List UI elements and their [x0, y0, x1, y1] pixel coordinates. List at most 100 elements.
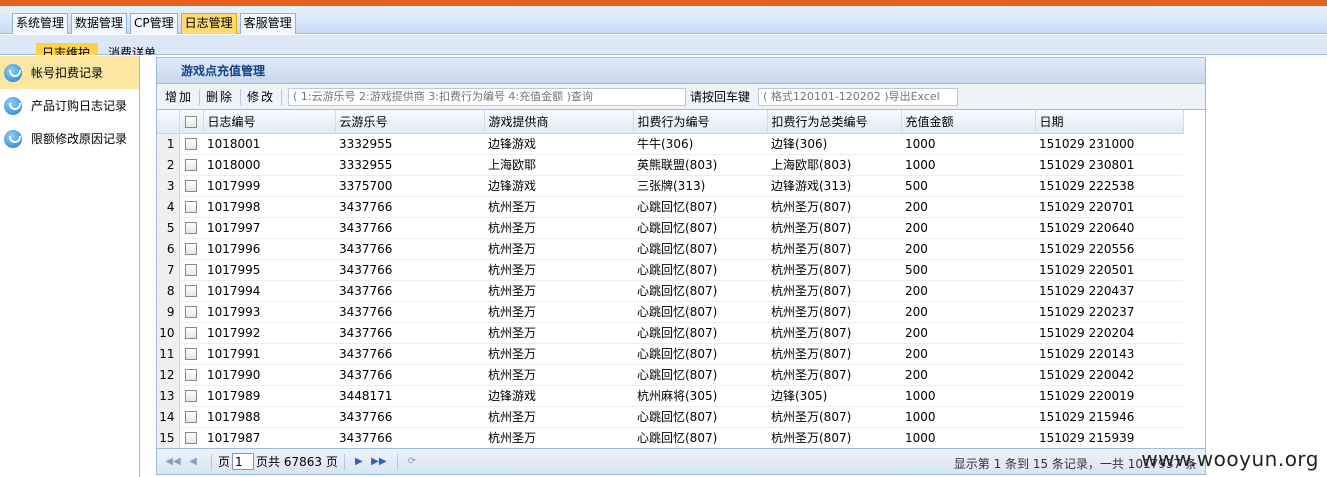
- table-cell: 上海欧耶: [484, 154, 633, 176]
- menu-cp[interactable]: CP管理: [130, 13, 178, 34]
- row-checkbox[interactable]: [185, 285, 198, 297]
- table-cell: 1017995: [203, 259, 335, 281]
- column-header[interactable]: 扣费行为总类编号: [767, 110, 902, 134]
- subtab-log-maintenance[interactable]: 日志维护: [36, 43, 98, 55]
- column-header[interactable]: 云游乐号: [335, 110, 485, 134]
- row-checkbox[interactable]: [185, 390, 198, 402]
- table-cell: 151029 220701: [1035, 196, 1183, 218]
- row-checkbox[interactable]: [185, 264, 198, 276]
- table-row[interactable]: 12 1017990 3437766 杭州圣万 心跳回忆(807) 杭州圣万(807) 20…: [157, 364, 1183, 386]
- table-row[interactable]: 13 1017989 3448171 边锋游戏 杭州麻将(305) 边锋(305) 1000…: [157, 385, 1183, 407]
- select-all-checkbox[interactable]: [185, 115, 197, 128]
- add-button[interactable]: 增加: [165, 88, 193, 105]
- table-cell: 151029 215946: [1035, 406, 1183, 428]
- column-header[interactable]: 日志编号: [203, 110, 336, 134]
- recharge-grid: 日志编号 云游乐号 游戏提供商 扣费行为编号 扣费行为总类编号 充值金额 日期 …: [157, 110, 1184, 449]
- row-checkbox[interactable]: [185, 369, 198, 381]
- table-cell: 3437766: [335, 322, 484, 344]
- table-cell: 心跳回忆(807): [633, 406, 767, 428]
- table-row[interactable]: 11 1017991 3437766 杭州圣万 心跳回忆(807) 杭州圣万(807) 20…: [157, 343, 1183, 365]
- table-cell: 杭州圣万(807): [767, 406, 901, 428]
- table-cell: 1017988: [203, 406, 335, 428]
- table-cell: 151029 220237: [1035, 301, 1183, 323]
- row-select-cell: [179, 427, 203, 449]
- query-input[interactable]: [288, 87, 687, 106]
- table-cell: 200: [901, 343, 1035, 365]
- edit-button[interactable]: 修改: [247, 88, 275, 105]
- table-row[interactable]: 4 1017998 3437766 杭州圣万 心跳回忆(807) 杭州圣万(807) 200…: [157, 196, 1183, 218]
- table-cell: 1017997: [203, 217, 335, 239]
- table-row[interactable]: 15 1017987 3437766 杭州圣万 心跳回忆(807) 杭州圣万(807) 10…: [157, 427, 1183, 449]
- menu-system[interactable]: 系统管理: [12, 13, 69, 34]
- row-checkbox[interactable]: [185, 180, 198, 192]
- table-row[interactable]: 3 1017999 3375700 边锋游戏 三张牌(313) 边锋游戏(313) 500 1…: [157, 175, 1183, 197]
- table-row[interactable]: 9 1017993 3437766 杭州圣万 心跳回忆(807) 杭州圣万(807) 200…: [157, 301, 1183, 323]
- row-checkbox[interactable]: [185, 306, 198, 318]
- table-cell: 3332955: [335, 133, 484, 155]
- prev-page-icon[interactable]: ◀: [185, 454, 201, 470]
- table-cell: 200: [901, 280, 1035, 302]
- table-cell: 1000: [901, 406, 1035, 428]
- row-checkbox[interactable]: [185, 159, 198, 171]
- rownum-header: [157, 110, 180, 134]
- row-checkbox[interactable]: [185, 201, 198, 213]
- enter-hint: 请按回车键: [690, 90, 751, 104]
- sidebar-item-limit-change-log[interactable]: 限额修改原因记录: [0, 122, 139, 155]
- table-row[interactable]: 6 1017996 3437766 杭州圣万 心跳回忆(807) 杭州圣万(807) 200…: [157, 238, 1183, 260]
- table-cell: 500: [901, 175, 1035, 197]
- menu-service[interactable]: 客服管理: [239, 13, 296, 34]
- table-cell: 200: [901, 301, 1035, 323]
- table-cell: 3437766: [335, 364, 484, 386]
- table-cell: 心跳回忆(807): [633, 238, 767, 260]
- main-menu: 系统管理 数据管理 CP管理 日志管理 客服管理: [12, 13, 299, 34]
- row-checkbox[interactable]: [185, 348, 198, 360]
- subtab-consumption-detail[interactable]: 消费详单: [108, 43, 158, 55]
- table-cell: 杭州圣万: [484, 259, 633, 281]
- row-select-cell: [179, 154, 203, 176]
- row-select-cell: [179, 133, 203, 155]
- export-excel-input[interactable]: [758, 87, 959, 106]
- sidebar-item-label: 产品订购日志记录: [31, 99, 128, 113]
- table-cell: 杭州圣万(807): [767, 238, 901, 260]
- column-header[interactable]: 扣费行为编号: [633, 110, 768, 134]
- table-cell: 杭州圣万(807): [767, 364, 901, 386]
- refresh-icon[interactable]: ⟳: [404, 454, 420, 470]
- menu-log[interactable]: 日志管理: [180, 13, 237, 34]
- row-checkbox[interactable]: [185, 411, 198, 423]
- column-header[interactable]: 充值金额: [901, 110, 1036, 134]
- table-row[interactable]: 8 1017994 3437766 杭州圣万 心跳回忆(807) 杭州圣万(807) 200…: [157, 280, 1183, 302]
- table-cell: 1018001: [203, 133, 335, 155]
- first-page-icon[interactable]: ◀◀: [165, 454, 181, 470]
- table-row[interactable]: 7 1017995 3437766 杭州圣万 心跳回忆(807) 杭州圣万(807) 500…: [157, 259, 1183, 281]
- menu-data[interactable]: 数据管理: [71, 13, 128, 34]
- table-cell: 边锋(305): [767, 385, 901, 407]
- pager-divider: [211, 453, 212, 470]
- table-row[interactable]: 10 1017992 3437766 杭州圣万 心跳回忆(807) 杭州圣万(807) 20…: [157, 322, 1183, 344]
- total-pages: 页共 67863 页: [256, 455, 338, 469]
- table-cell: 151029 220501: [1035, 259, 1183, 281]
- delete-button[interactable]: 删除: [206, 88, 234, 105]
- table-row[interactable]: 14 1017988 3437766 杭州圣万 心跳回忆(807) 杭州圣万(807) 10…: [157, 406, 1183, 428]
- row-select-cell: [179, 238, 203, 260]
- sidebar-item-product-order-log[interactable]: 产品订购日志记录: [0, 89, 139, 122]
- column-header[interactable]: 游戏提供商: [484, 110, 634, 134]
- table-cell: 边锋游戏: [484, 133, 633, 155]
- row-checkbox[interactable]: [185, 138, 198, 150]
- row-checkbox[interactable]: [185, 222, 198, 234]
- row-checkbox[interactable]: [185, 432, 198, 444]
- table-cell: 1017994: [203, 280, 335, 302]
- next-page-icon[interactable]: ▶: [351, 454, 367, 470]
- table-row[interactable]: 2 1018000 3332955 上海欧耶 英熊联盟(803) 上海欧耶(803) 100…: [157, 154, 1183, 176]
- table-row[interactable]: 1 1018001 3332955 边锋游戏 牛牛(306) 边锋(306) 1000 151…: [157, 133, 1183, 155]
- column-header[interactable]: 日期: [1035, 110, 1184, 134]
- table-cell: 杭州圣万(807): [767, 259, 901, 281]
- row-checkbox[interactable]: [185, 327, 198, 339]
- table-row[interactable]: 5 1017997 3437766 杭州圣万 心跳回忆(807) 杭州圣万(807) 200…: [157, 217, 1183, 239]
- sidebar-item-account-charge[interactable]: 帐号扣费记录: [0, 56, 139, 89]
- table-cell: 杭州圣万: [484, 322, 633, 344]
- row-checkbox[interactable]: [185, 243, 198, 255]
- table-cell: 杭州圣万(807): [767, 301, 901, 323]
- last-page-icon[interactable]: ▶▶: [371, 454, 387, 470]
- row-select-cell: [179, 175, 203, 197]
- page-number-input[interactable]: [232, 453, 255, 470]
